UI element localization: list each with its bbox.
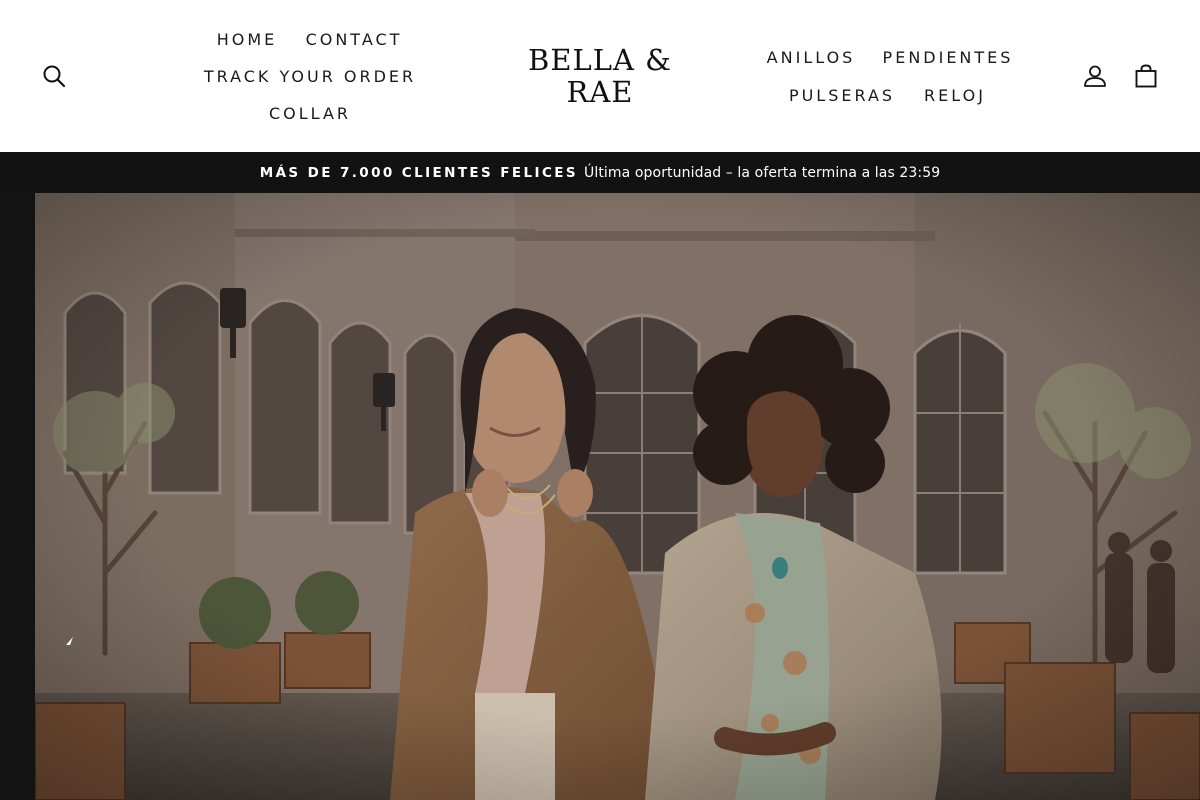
search-icon[interactable]: [40, 62, 68, 90]
hero-image[interactable]: [35, 193, 1200, 800]
bag-icon[interactable]: [1132, 62, 1160, 90]
nav-contact[interactable]: CONTACT: [306, 30, 403, 49]
brand-logo-line2: RAE: [566, 75, 634, 109]
nav-home[interactable]: HOME: [217, 30, 278, 49]
brand-logo[interactable]: BELLA & RAE: [528, 44, 672, 108]
announcement-bar: MÁS DE 7.000 CLIENTES FELICES Última opo…: [0, 152, 1200, 193]
brand-logo-line1: BELLA &: [528, 43, 672, 77]
nav-anillos[interactable]: ANILLOS: [767, 48, 856, 67]
announcement-highlight: MÁS DE 7.000 CLIENTES FELICES: [259, 164, 578, 181]
nav-reloj[interactable]: RELOJ: [924, 86, 986, 105]
slide-arrow-icon[interactable]: [64, 633, 78, 647]
announcement-message: Última oportunidad – la oferta termina a…: [584, 164, 941, 181]
nav-track-your-order[interactable]: TRACK YOUR ORDER: [204, 67, 416, 86]
account-icon[interactable]: [1081, 62, 1109, 90]
nav-pendientes[interactable]: PENDIENTES: [883, 48, 1014, 67]
site-header: HOME CONTACT TRACK YOUR ORDER COLLAR BEL…: [0, 0, 1200, 152]
nav-collar[interactable]: COLLAR: [269, 104, 351, 123]
nav-pulseras[interactable]: PULSERAS: [789, 86, 895, 105]
